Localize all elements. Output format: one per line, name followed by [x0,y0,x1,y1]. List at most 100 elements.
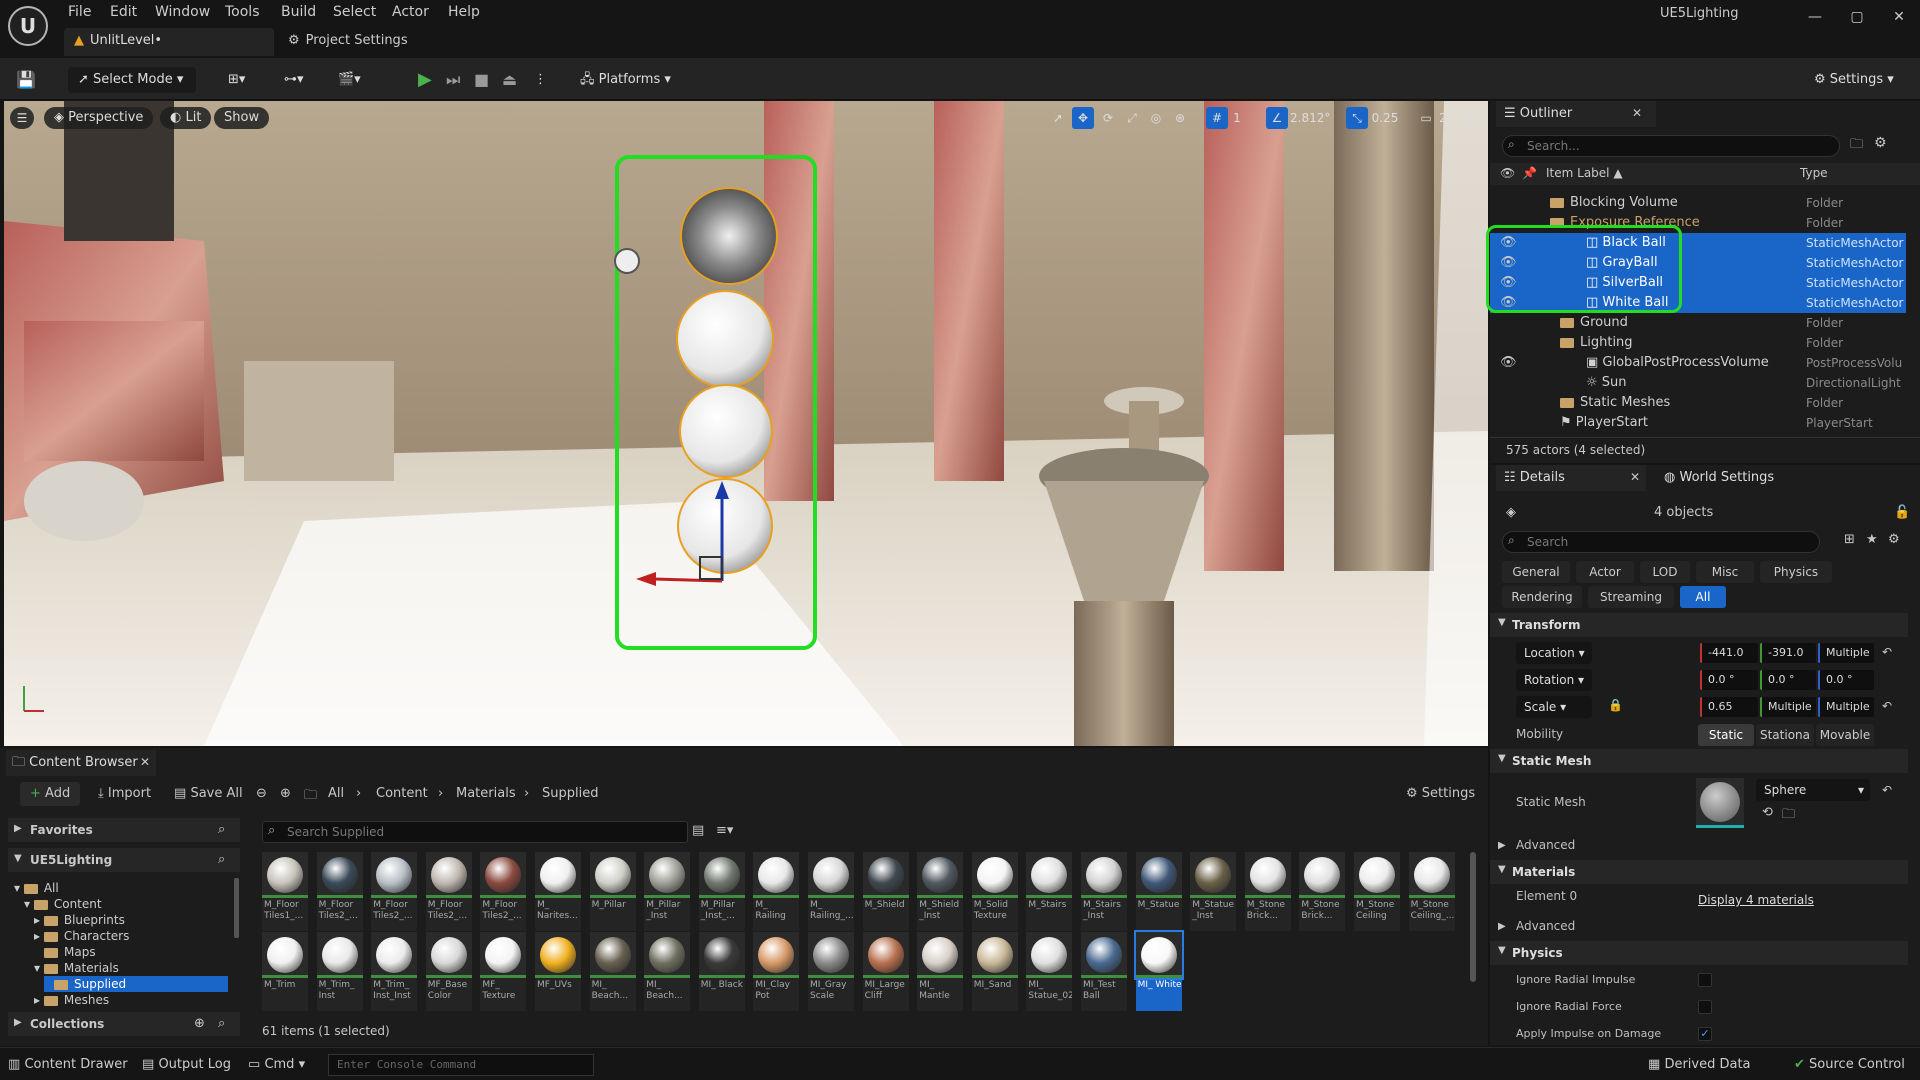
asset-tile[interactable]: M_Statue [1135,852,1182,934]
asset-tile[interactable]: MI_Gray Scale [808,932,854,1014]
location-x-field[interactable]: -441.0 [1700,643,1758,663]
asset-tile[interactable]: M_Floor Tiles2_... [480,852,527,934]
save-all-button[interactable]: ▤ Save All [174,782,243,806]
add-actor-icon[interactable]: ⊞▾ [228,67,245,93]
filter-streaming[interactable]: Streaming [1588,586,1674,608]
unreal-logo-icon[interactable]: U [8,6,48,46]
angle-snap-value[interactable]: 2.812° [1290,107,1330,129]
cmd-dropdown[interactable]: ▭ Cmd ▾ [248,1056,305,1074]
asset-tile[interactable]: M_Stone Ceiling_... [1408,852,1455,934]
menu-file[interactable]: File [68,2,91,22]
asset-tile[interactable]: MI_ White [1133,930,1184,1014]
asset-tile[interactable]: M_Pillar _Inst_... [698,852,745,934]
output-log-button[interactable]: ▤ Output Log [142,1056,231,1074]
asset-tile[interactable]: M_Floor Tiles2_... [316,852,363,934]
asset-tile[interactable]: M_Floor Tiles2_... [371,852,418,934]
tab-project-settings[interactable]: ⚙ Project Settings [278,28,418,56]
select-mode-dropdown[interactable]: ➚ Select Mode ▾ [68,67,196,93]
asset-tile[interactable]: M_Stone Brick... [1299,852,1346,934]
details-search-input[interactable]: Search [1502,531,1820,553]
ignore-radial-force-checkbox[interactable] [1698,1000,1712,1014]
gear-icon[interactable]: ⚙ [1888,532,1900,547]
project-header[interactable]: UE5Lighting [8,848,240,872]
asset-tile[interactable]: M_Trim [262,932,308,1014]
section-materials[interactable]: Materials [1490,860,1908,884]
more-icon[interactable]: ⋮ [534,67,547,93]
back-icon[interactable]: ⊖ [256,786,267,801]
camera-speed-icon[interactable]: ▭ [1416,107,1436,129]
asset-tile[interactable]: M_Stairs [1026,852,1073,934]
grid-snap-icon[interactable]: # [1206,107,1228,129]
location-dropdown[interactable]: Location ▾ [1516,642,1592,664]
asset-tile[interactable]: MI_Sand [971,932,1018,1014]
list-item[interactable]: Ground Folder [1490,313,1906,333]
menu-window[interactable]: Window [155,2,210,22]
list-item[interactable]: Blocking Volume Folder [1490,193,1906,213]
col-item-label[interactable]: Item Label ▲ [1546,166,1623,180]
asset-tile[interactable]: M_Stairs _Inst [1081,852,1127,934]
grid-snap-value[interactable]: 1 [1230,107,1244,129]
location-y-field[interactable]: -391.0 [1760,643,1816,663]
menu-build[interactable]: Build [281,2,316,22]
play-icon[interactable]: ▶ [418,67,432,93]
filter-misc[interactable]: Misc [1696,561,1754,583]
surface-snap-icon[interactable]: ⊛ [1170,107,1190,129]
tree-blueprints[interactable]: ▸ Blueprints [34,912,125,928]
search-icon[interactable]: ⌕ [218,1016,225,1031]
menu-actor[interactable]: Actor [392,2,429,22]
asset-tile[interactable]: M_ Railing [753,852,800,934]
content-drawer-button[interactable]: ▥ Content Drawer [8,1056,128,1074]
eject-icon[interactable]: ⏏ [502,67,517,93]
search-icon[interactable]: ⌕ [218,852,225,867]
filter-icon[interactable]: ≡▾ [716,823,733,838]
rotation-z-field[interactable]: 0.0 ° [1818,670,1874,690]
list-item[interactable]: ⚑ PlayerStart PlayerStart [1490,413,1906,433]
visibility-icon[interactable]: 👁 [1500,166,1515,180]
close-icon[interactable]: ✕ [140,755,150,769]
minimize-button[interactable]: — [1798,4,1832,30]
asset-tile[interactable]: MF_UVs [535,932,581,1014]
section-physics[interactable]: Physics [1490,941,1908,965]
import-button[interactable]: ⤓ Import [98,782,151,806]
show-button[interactable]: Show [214,107,270,129]
blueprint-icon[interactable]: ⊶▾ [284,67,304,93]
browse-icon[interactable]: 🗀 [1782,805,1795,827]
pin-icon[interactable]: 📌 [1522,166,1537,180]
source-control-button[interactable]: ✔ Source Control [1794,1056,1905,1074]
asset-tile[interactable]: M_Pillar _Inst [644,852,691,934]
add-collection-icon[interactable]: ⊕ [194,1016,205,1031]
display-materials-link[interactable]: Display 4 materials [1698,893,1814,907]
static-mesh-thumbnail[interactable] [1696,778,1744,828]
advanced-toggle[interactable]: Advanced [1516,838,1575,852]
gear-icon[interactable]: ⚙ [1874,135,1887,151]
scale-y-field[interactable]: Multiple [1760,697,1816,717]
list-item[interactable]: 👁 ▣ GlobalPostProcessVolume PostProcessVol… [1490,353,1906,373]
level-viewport[interactable]: ☰ ◈ Perspective ◐ Lit Show ➚ ✥ ⟳ ⤢ ◎ ⊛ #… [4,101,1488,746]
reset-icon[interactable]: ↶ [1882,645,1892,659]
asset-tile[interactable]: MI_ Beach... [589,932,636,1014]
asset-tile[interactable]: M_ Narites... [535,852,581,934]
filter-physics[interactable]: Physics [1760,561,1832,583]
list-item[interactable]: Lighting Folder [1490,333,1906,353]
advanced-toggle[interactable]: Advanced [1516,919,1575,933]
breadcrumb-materials[interactable]: Materials [456,786,516,801]
filter-lod[interactable]: LOD [1640,561,1690,583]
asset-tile[interactable]: M_Pillar [589,852,636,934]
step-icon[interactable]: ⏭ [446,67,460,93]
stop-icon[interactable]: ■ [474,67,489,93]
reset-icon[interactable]: ↶ [1882,783,1892,797]
table-view-icon[interactable]: ⊞ [1844,532,1855,547]
menu-tools[interactable]: Tools [225,2,260,22]
viewport-layout-icon[interactable]: ⊞ [1460,107,1480,129]
scale-tool-icon[interactable]: ⤢ [1122,107,1142,129]
save-icon[interactable]: 💾 [16,67,36,93]
close-icon[interactable]: ✕ [1630,470,1640,484]
lock-icon[interactable]: 🔓 [1894,505,1910,520]
tab-content-browser[interactable]: 🗀 Content Browser [6,750,156,776]
scale-snap-value[interactable]: 0.25 [1370,107,1400,129]
tree-scrollbar[interactable] [234,878,239,938]
close-button[interactable]: ✕ [1882,4,1916,30]
tree-all[interactable]: ▾ All [14,880,59,896]
tree-supplied[interactable]: Supplied [44,976,228,992]
col-type[interactable]: Type [1800,166,1828,180]
